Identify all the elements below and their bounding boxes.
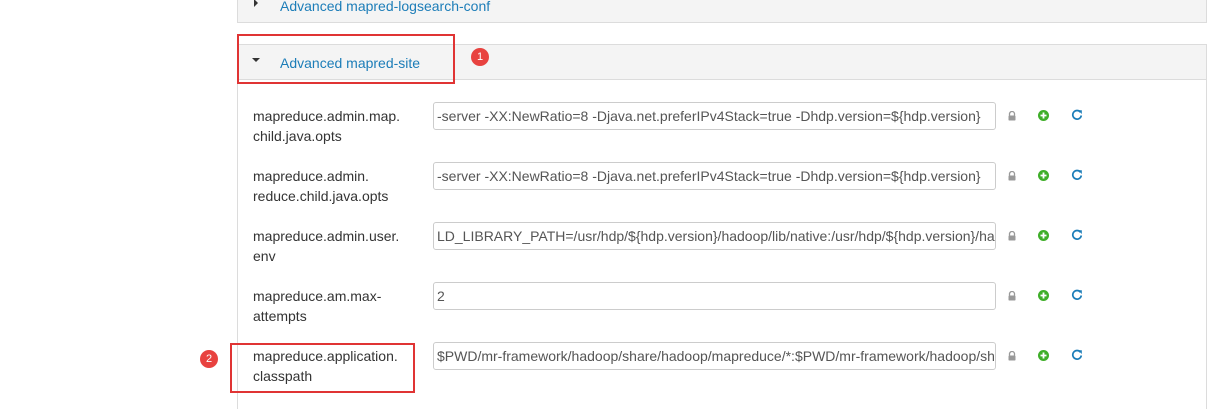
property-label-am-max-attempts: mapreduce.am.max- attempts xyxy=(253,286,413,326)
annotation-highlight-box-1 xyxy=(237,34,455,84)
annotation-badge-1: 1 xyxy=(471,48,489,66)
section-title-mapred-logsearch-conf[interactable]: Advanced mapred-logsearch-conf xyxy=(280,0,490,14)
refresh-icon[interactable] xyxy=(1071,349,1083,361)
property-label-line: mapreduce.am.max- xyxy=(253,288,382,304)
property-label-admin-reduce-child-java-opts: mapreduce.admin. reduce.child.java.opts xyxy=(253,166,413,206)
lock-icon xyxy=(1008,291,1016,301)
annotation-badge-2: 2 xyxy=(200,350,218,368)
lock-icon xyxy=(1008,231,1016,241)
plus-circle-icon[interactable] xyxy=(1038,350,1049,361)
property-label-line: mapreduce.admin.map. xyxy=(253,108,401,124)
property-input-am-max-attempts[interactable]: 2 xyxy=(433,282,996,310)
lock-icon xyxy=(1008,171,1016,181)
property-label-line: attempts xyxy=(253,308,307,324)
property-label-line: child.java.opts xyxy=(253,128,342,144)
plus-circle-icon[interactable] xyxy=(1038,110,1049,121)
caret-right-icon xyxy=(254,0,258,7)
property-label-line: env xyxy=(253,248,276,264)
annotation-highlight-box-2 xyxy=(230,343,415,393)
lock-icon xyxy=(1008,111,1016,121)
refresh-icon[interactable] xyxy=(1071,169,1083,181)
property-label-line: reduce.child.java.opts xyxy=(253,188,389,204)
property-input-application-classpath[interactable]: $PWD/mr-framework/hadoop/share/hadoop/ma… xyxy=(433,342,996,370)
plus-circle-icon[interactable] xyxy=(1038,290,1049,301)
property-label-admin-user-env: mapreduce.admin.user. env xyxy=(253,226,413,266)
property-label-line: mapreduce.admin. xyxy=(253,168,369,184)
plus-circle-icon[interactable] xyxy=(1038,230,1049,241)
property-input-admin-map-child-java-opts[interactable]: -server -XX:NewRatio=8 -Djava.net.prefer… xyxy=(433,102,996,130)
lock-icon xyxy=(1008,351,1016,361)
property-input-admin-reduce-child-java-opts[interactable]: -server -XX:NewRatio=8 -Djava.net.prefer… xyxy=(433,162,996,190)
section-header-mapred-logsearch-conf[interactable]: Advanced mapred-logsearch-conf xyxy=(237,0,1207,23)
property-input-admin-user-env[interactable]: LD_LIBRARY_PATH=/usr/hdp/${hdp.version}/… xyxy=(433,222,996,250)
refresh-icon[interactable] xyxy=(1071,109,1083,121)
refresh-icon[interactable] xyxy=(1071,229,1083,241)
refresh-icon[interactable] xyxy=(1071,289,1083,301)
plus-circle-icon[interactable] xyxy=(1038,170,1049,181)
property-label-line: mapreduce.admin.user. xyxy=(253,228,400,244)
property-label-admin-map-child-java-opts: mapreduce.admin.map. child.java.opts xyxy=(253,106,413,146)
